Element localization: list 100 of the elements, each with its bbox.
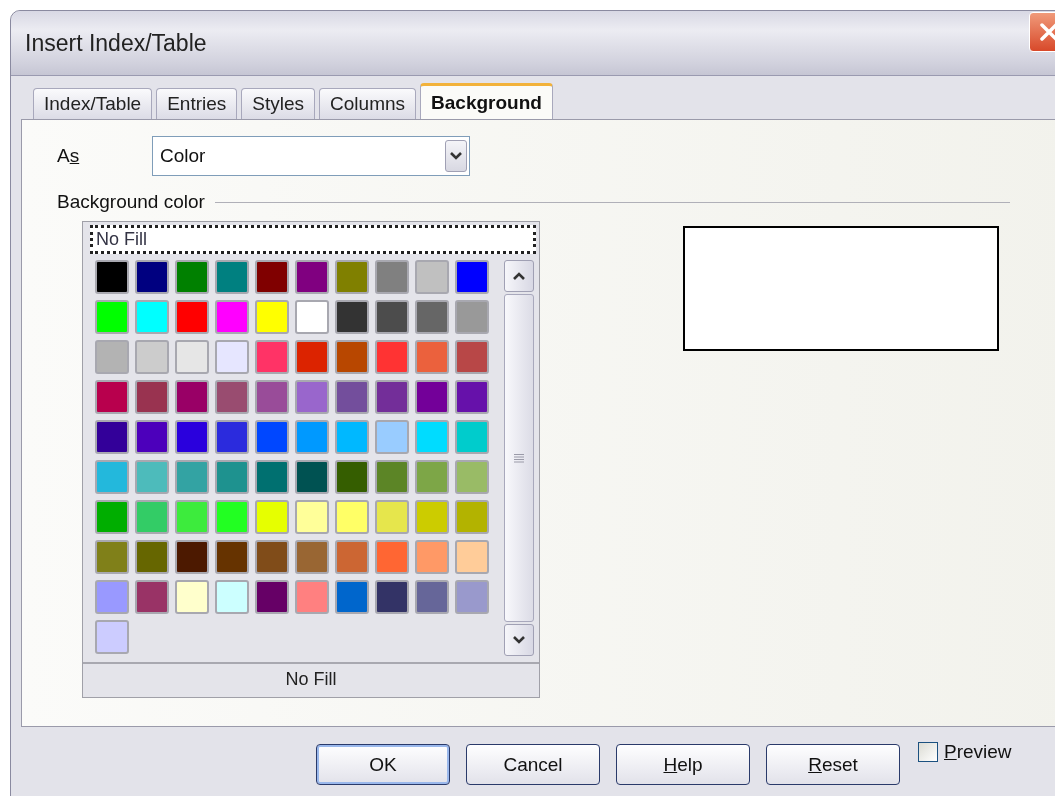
tab[interactable]: Index/Table	[33, 88, 153, 119]
color-swatch[interactable]	[375, 260, 409, 294]
dialog-button[interactable]: Cancel	[466, 744, 600, 785]
dropdown-button[interactable]	[445, 140, 467, 172]
color-swatch[interactable]	[175, 380, 209, 414]
color-swatch[interactable]	[215, 260, 249, 294]
color-swatch[interactable]	[135, 460, 169, 494]
scroll-down-button[interactable]	[504, 624, 534, 656]
color-swatch[interactable]	[95, 460, 129, 494]
color-swatch[interactable]	[455, 380, 489, 414]
color-swatch[interactable]	[295, 540, 329, 574]
color-swatch[interactable]	[415, 260, 449, 294]
color-swatch[interactable]	[375, 380, 409, 414]
color-swatch[interactable]	[295, 380, 329, 414]
color-swatch[interactable]	[135, 500, 169, 534]
color-swatch[interactable]	[455, 540, 489, 574]
color-swatch[interactable]	[375, 500, 409, 534]
color-swatch[interactable]	[295, 260, 329, 294]
scrollbar[interactable]	[504, 260, 534, 656]
color-swatch[interactable]	[295, 420, 329, 454]
list-entry[interactable]: No Fill	[90, 225, 536, 254]
color-swatch[interactable]	[455, 300, 489, 334]
color-swatch[interactable]	[175, 540, 209, 574]
color-swatch[interactable]	[95, 300, 129, 334]
type-dropdown[interactable]: Color	[152, 136, 470, 176]
color-swatch[interactable]	[295, 300, 329, 334]
color-swatch[interactable]	[415, 380, 449, 414]
color-swatch[interactable]	[375, 540, 409, 574]
color-swatch[interactable]	[135, 300, 169, 334]
color-swatch[interactable]	[215, 300, 249, 334]
color-swatch[interactable]	[335, 540, 369, 574]
color-swatch[interactable]	[335, 580, 369, 614]
color-swatch[interactable]	[255, 260, 289, 294]
color-swatch[interactable]	[255, 340, 289, 374]
color-swatch[interactable]	[335, 380, 369, 414]
color-swatch[interactable]	[175, 580, 209, 614]
color-swatch[interactable]	[295, 580, 329, 614]
color-swatch[interactable]	[455, 340, 489, 374]
color-swatch[interactable]	[415, 340, 449, 374]
color-swatch[interactable]	[175, 460, 209, 494]
color-swatch[interactable]	[335, 500, 369, 534]
color-swatch[interactable]	[335, 460, 369, 494]
color-swatch[interactable]	[455, 460, 489, 494]
color-swatch[interactable]	[135, 340, 169, 374]
tab[interactable]: Background	[420, 83, 553, 119]
color-swatch[interactable]	[135, 260, 169, 294]
color-swatch[interactable]	[95, 340, 129, 374]
tab[interactable]: Entries	[156, 88, 238, 119]
color-swatch[interactable]	[215, 460, 249, 494]
color-swatch[interactable]	[455, 260, 489, 294]
color-swatch[interactable]	[295, 340, 329, 374]
checkbox[interactable]	[918, 742, 938, 762]
color-swatch[interactable]	[135, 380, 169, 414]
color-swatch[interactable]	[215, 500, 249, 534]
color-swatch[interactable]	[215, 420, 249, 454]
scroll-thumb[interactable]	[504, 294, 534, 622]
color-swatch[interactable]	[295, 500, 329, 534]
color-swatch[interactable]	[95, 260, 129, 294]
color-swatch[interactable]	[455, 500, 489, 534]
color-swatch[interactable]	[415, 500, 449, 534]
dialog-button[interactable]: OK	[316, 744, 450, 785]
tab[interactable]: Styles	[241, 88, 316, 119]
color-swatch[interactable]	[215, 340, 249, 374]
color-swatch[interactable]	[255, 540, 289, 574]
scroll-up-button[interactable]	[504, 260, 534, 292]
color-swatch[interactable]	[135, 420, 169, 454]
color-swatch[interactable]	[295, 460, 329, 494]
color-swatch[interactable]	[415, 460, 449, 494]
color-swatch[interactable]	[375, 340, 409, 374]
color-swatch[interactable]	[215, 380, 249, 414]
color-swatch[interactable]	[135, 580, 169, 614]
color-swatch[interactable]	[335, 420, 369, 454]
color-swatch[interactable]	[375, 420, 409, 454]
color-swatch[interactable]	[375, 300, 409, 334]
color-swatch[interactable]	[175, 340, 209, 374]
color-swatch[interactable]	[95, 620, 129, 654]
color-swatch[interactable]	[95, 580, 129, 614]
color-swatch[interactable]	[335, 300, 369, 334]
color-swatch[interactable]	[175, 300, 209, 334]
color-swatch[interactable]	[175, 260, 209, 294]
color-swatch[interactable]	[95, 420, 129, 454]
color-swatch[interactable]	[255, 380, 289, 414]
color-swatch[interactable]	[255, 300, 289, 334]
color-swatch[interactable]	[95, 540, 129, 574]
dialog-button[interactable]: Reset	[766, 744, 900, 785]
color-swatch[interactable]	[455, 420, 489, 454]
color-swatch[interactable]	[255, 460, 289, 494]
tab[interactable]: Columns	[319, 88, 417, 119]
color-swatch[interactable]	[255, 420, 289, 454]
color-swatch[interactable]	[95, 500, 129, 534]
color-swatch[interactable]	[255, 500, 289, 534]
color-swatch[interactable]	[375, 460, 409, 494]
color-swatch[interactable]	[335, 340, 369, 374]
color-swatch[interactable]	[255, 580, 289, 614]
dialog-button[interactable]: Help	[616, 744, 750, 785]
preview-checkbox[interactable]: Preview	[918, 741, 1012, 763]
color-swatch[interactable]	[335, 260, 369, 294]
color-swatch[interactable]	[415, 580, 449, 614]
color-swatch[interactable]	[415, 540, 449, 574]
color-swatch[interactable]	[375, 580, 409, 614]
